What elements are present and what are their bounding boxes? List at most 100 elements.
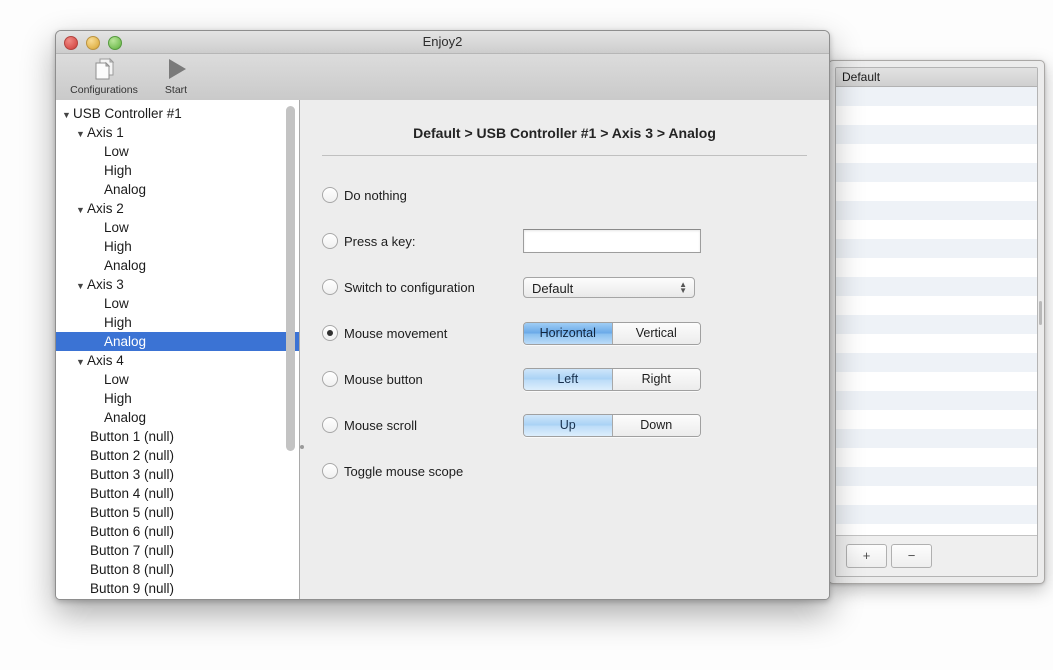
tree-item[interactable]: Low: [56, 294, 299, 313]
background-table-row[interactable]: [836, 277, 1037, 296]
tree-item[interactable]: Button 3 (null): [56, 465, 299, 484]
segment-button[interactable]: Right: [611, 368, 700, 390]
tree-item[interactable]: Analog: [56, 256, 299, 275]
background-table-row[interactable]: [836, 467, 1037, 486]
background-table-row[interactable]: [836, 87, 1037, 106]
background-table-body[interactable]: [836, 87, 1037, 543]
background-table-row[interactable]: [836, 391, 1037, 410]
remove-configuration-button[interactable]: −: [891, 544, 932, 568]
radio-button[interactable]: [322, 371, 338, 387]
background-table-row[interactable]: [836, 410, 1037, 429]
radio-button[interactable]: [322, 463, 338, 479]
option-radio-group[interactable]: Mouse scroll: [322, 417, 523, 433]
background-table-row[interactable]: [836, 144, 1037, 163]
radio-button[interactable]: [322, 325, 338, 341]
background-table-row[interactable]: [836, 372, 1037, 391]
option-row: Mouse button Left Right: [322, 366, 807, 392]
tree-item[interactable]: ▼ USB Controller #1: [56, 104, 299, 123]
background-table-row[interactable]: [836, 486, 1037, 505]
segment-button[interactable]: Horizontal: [524, 322, 612, 344]
radio-button[interactable]: [322, 187, 338, 203]
tree-item[interactable]: High: [56, 237, 299, 256]
segmented-control[interactable]: Left Right: [523, 367, 701, 391]
play-icon: [140, 56, 212, 82]
option-row: Press a key:: [322, 228, 807, 254]
option-label: Press a key:: [344, 233, 416, 249]
tree-item-label: Button 4 (null): [90, 486, 175, 501]
tree-item[interactable]: Button 1 (null): [56, 427, 299, 446]
documents-icon: [68, 56, 140, 82]
background-table-row[interactable]: [836, 239, 1037, 258]
tree-item[interactable]: Button 7 (null): [56, 541, 299, 560]
option-label: Mouse button: [344, 371, 423, 387]
tree-item[interactable]: ▼ Axis 3: [56, 275, 299, 294]
background-table-row[interactable]: [836, 353, 1037, 372]
background-table-row[interactable]: [836, 220, 1037, 239]
tree-item[interactable]: Analog: [56, 180, 299, 199]
background-window-footer: + −: [836, 535, 1037, 576]
tree-item[interactable]: High: [56, 313, 299, 332]
option-radio-group[interactable]: Mouse movement: [322, 325, 523, 341]
title-bar[interactable]: Enjoy2: [56, 31, 829, 54]
tree-item[interactable]: Low: [56, 218, 299, 237]
main-window[interactable]: Enjoy2 Configurations Start ▼ USB Contro…: [55, 30, 830, 600]
tree-item[interactable]: High: [56, 161, 299, 180]
tree-item[interactable]: Low: [56, 142, 299, 161]
background-table-row[interactable]: [836, 448, 1037, 467]
tree-item[interactable]: ▼ Axis 4: [56, 351, 299, 370]
tree-item-label: Axis 2: [87, 201, 124, 216]
tree-item[interactable]: Analog: [56, 332, 299, 351]
sidebar-scrollbar-thumb[interactable]: [286, 106, 295, 451]
toolbar-label-start: Start: [164, 84, 188, 96]
radio-button[interactable]: [322, 233, 338, 249]
tree-item[interactable]: Button 2 (null): [56, 446, 299, 465]
tree-item-label: Button 3 (null): [90, 467, 175, 482]
tree-item[interactable]: ▼ Axis 1: [56, 123, 299, 142]
configuration-popup-button[interactable]: Default ▲ ▼: [523, 276, 695, 298]
toolbar-item-start[interactable]: Start: [140, 56, 212, 96]
tree-item[interactable]: Analog: [56, 408, 299, 427]
background-table-header[interactable]: Default: [836, 68, 1037, 87]
device-tree[interactable]: ▼ USB Controller #1 ▼ Axis 1 Low High Analog ▼ A…: [56, 100, 299, 598]
tree-item[interactable]: Button 6 (null): [56, 522, 299, 541]
background-table-row[interactable]: [836, 296, 1037, 315]
radio-button[interactable]: [322, 279, 338, 295]
key-input-field[interactable]: [523, 229, 701, 253]
background-window[interactable]: Default + −: [828, 60, 1045, 584]
tree-item[interactable]: Button 9 (null): [56, 579, 299, 598]
segment-button[interactable]: Down: [611, 414, 700, 436]
segment-button[interactable]: Up: [524, 414, 612, 436]
background-table-row[interactable]: [836, 106, 1037, 125]
tree-item[interactable]: Button 5 (null): [56, 503, 299, 522]
tree-item[interactable]: Button 8 (null): [56, 560, 299, 579]
background-table-row[interactable]: [836, 334, 1037, 353]
radio-button[interactable]: [322, 417, 338, 433]
option-radio-group[interactable]: Do nothing: [322, 187, 523, 203]
toolbar-item-configurations[interactable]: Configurations: [68, 56, 140, 96]
background-table-row[interactable]: [836, 429, 1037, 448]
segmented-control[interactable]: Horizontal Vertical: [523, 321, 701, 345]
segmented-control[interactable]: Up Down: [523, 413, 701, 437]
background-table-row[interactable]: [836, 182, 1037, 201]
background-window-scrollbar[interactable]: [1039, 301, 1042, 325]
option-radio-group[interactable]: Mouse button: [322, 371, 523, 387]
option-radio-group[interactable]: Switch to configuration: [322, 279, 523, 295]
background-table-row[interactable]: [836, 505, 1037, 524]
background-table-row[interactable]: [836, 125, 1037, 144]
background-table-row[interactable]: [836, 258, 1037, 277]
background-table-row[interactable]: [836, 201, 1037, 220]
tree-item[interactable]: Button 4 (null): [56, 484, 299, 503]
sidebar-outline-view[interactable]: ▼ USB Controller #1 ▼ Axis 1 Low High Analog ▼ A…: [56, 100, 300, 599]
tree-item[interactable]: High: [56, 389, 299, 408]
add-configuration-button[interactable]: +: [846, 544, 887, 568]
option-radio-group[interactable]: Toggle mouse scope: [322, 463, 523, 479]
background-table-row[interactable]: [836, 163, 1037, 182]
segment-button[interactable]: Left: [524, 368, 612, 390]
tree-item[interactable]: Low: [56, 370, 299, 389]
sidebar-scrollbar[interactable]: [286, 104, 295, 593]
tree-item[interactable]: ▼ Axis 2: [56, 199, 299, 218]
segment-button[interactable]: Vertical: [611, 322, 700, 344]
split-view-handle[interactable]: [300, 445, 304, 449]
background-table-row[interactable]: [836, 315, 1037, 334]
option-radio-group[interactable]: Press a key:: [322, 233, 523, 249]
